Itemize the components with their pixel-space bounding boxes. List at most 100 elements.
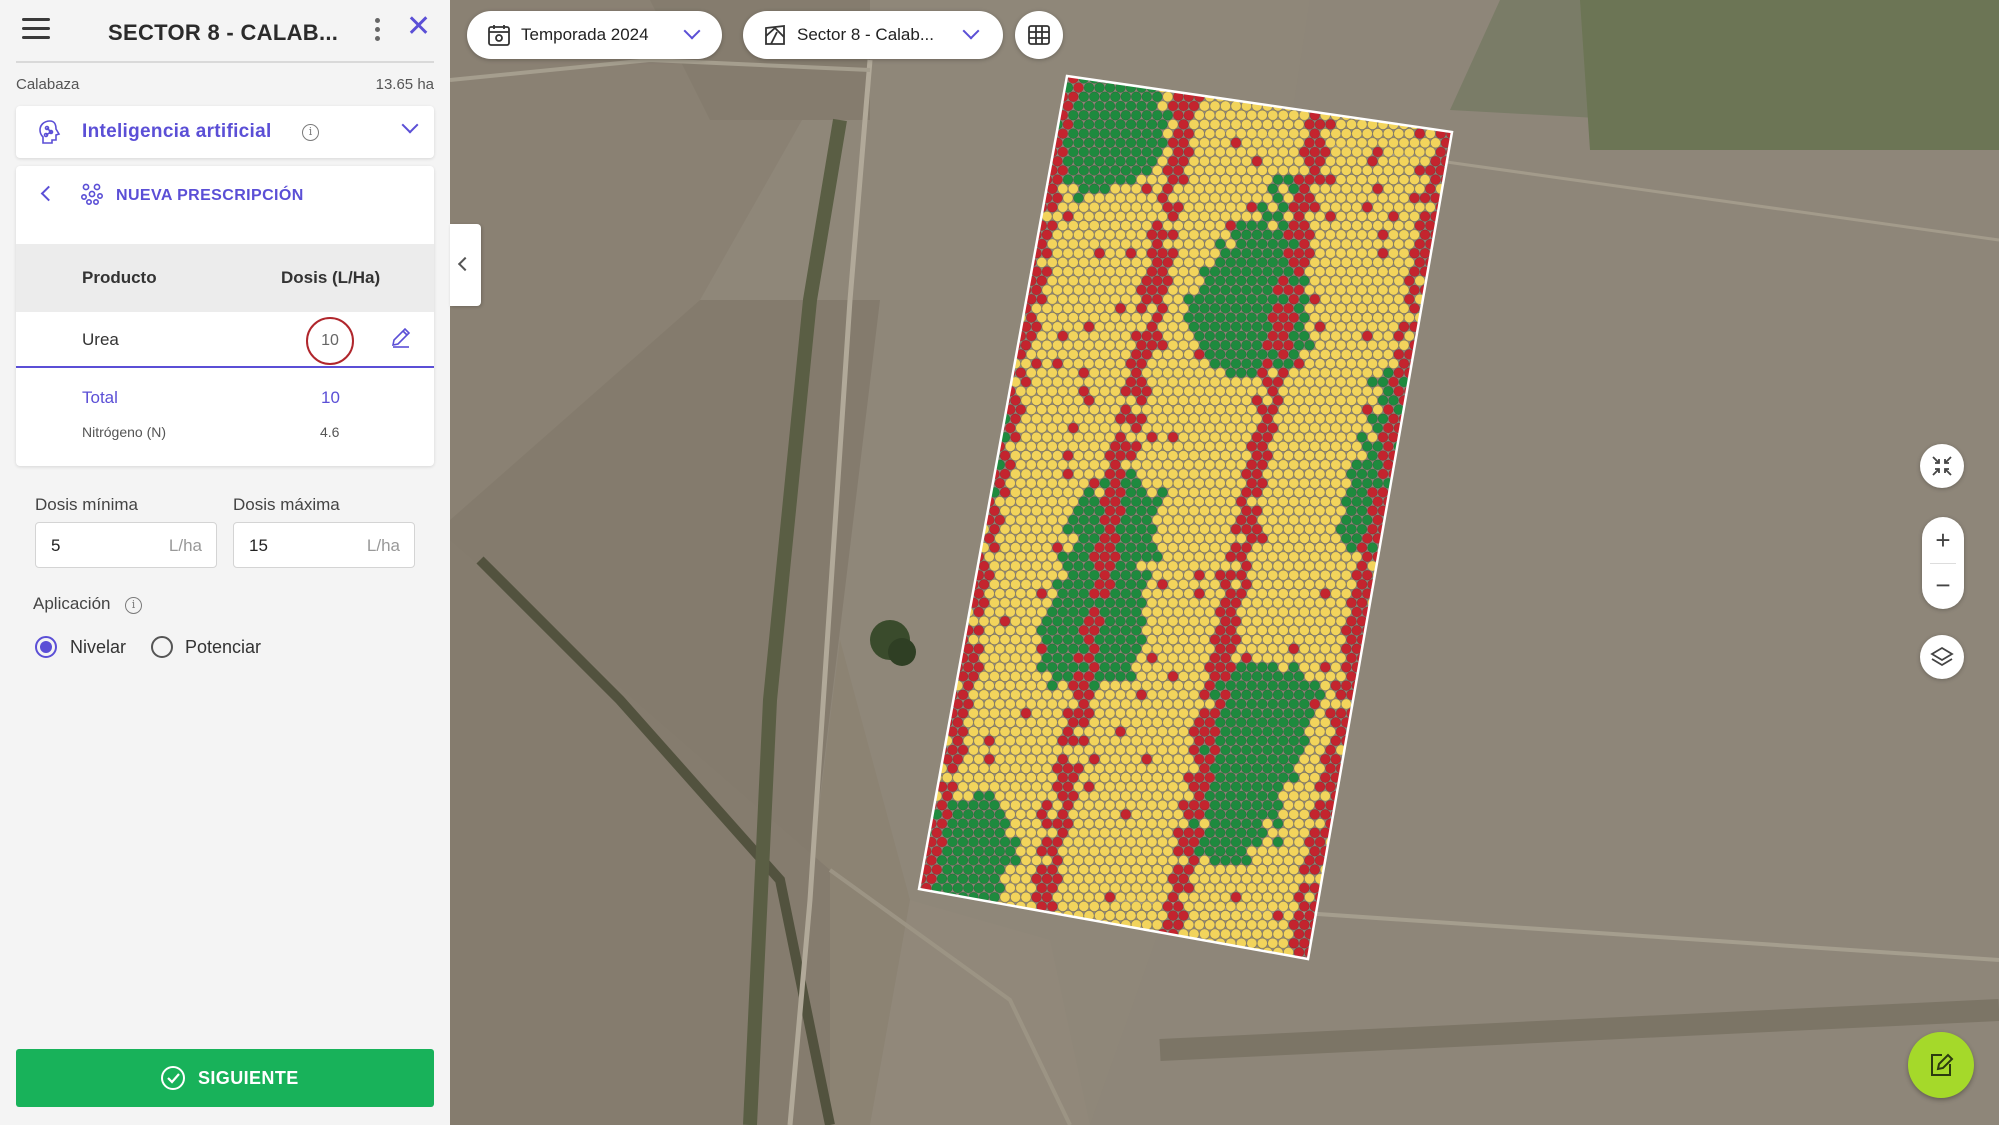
hamburger-menu-icon[interactable] [22, 18, 50, 42]
zone-cell [1004, 790, 1016, 802]
close-icon[interactable]: ✕ [406, 12, 431, 42]
zone-cell [1204, 569, 1216, 581]
edit-pencil-icon[interactable] [390, 326, 412, 348]
application-info-icon[interactable]: i [125, 597, 142, 614]
zone-cell [1120, 717, 1132, 728]
info-icon[interactable]: i [302, 124, 319, 141]
zone-cell [1151, 109, 1163, 121]
zone-cell [1267, 588, 1279, 599]
zone-cell [1172, 349, 1184, 360]
edit-fab-button[interactable] [1908, 1032, 1974, 1098]
zone-cell [1209, 671, 1221, 682]
zone-cell [1115, 155, 1126, 167]
zone-cell [1272, 781, 1284, 793]
next-button[interactable]: SIGUIENTE [16, 1049, 434, 1107]
zone-cell [1062, 523, 1074, 535]
back-arrow-icon[interactable] [40, 185, 57, 202]
zone-cell [1004, 827, 1016, 839]
dose-value[interactable]: 10 [306, 317, 354, 365]
zone-cell [1183, 643, 1195, 655]
ai-section-toggle[interactable]: Inteligencia artificial i [16, 106, 434, 158]
map-view[interactable]: Temporada 2024 Sector 8 - Calab... [450, 0, 1999, 1125]
zone-cell [1256, 606, 1268, 618]
zone-cell [1031, 726, 1042, 737]
zone-cell [936, 873, 948, 885]
zone-cell [957, 873, 969, 885]
zone-cell [1120, 146, 1132, 158]
zone-cell [1267, 201, 1279, 213]
zone-cell [1204, 312, 1216, 323]
zone-cell [1267, 367, 1279, 379]
radio-nivelar[interactable] [35, 636, 57, 658]
zone-cell [1067, 735, 1079, 747]
zone-cell [1109, 404, 1121, 415]
zone-cell [1241, 542, 1252, 553]
zone-cell [1335, 468, 1347, 480]
min-dose-input[interactable]: 5 L/ha [35, 522, 217, 568]
zone-cell [1031, 836, 1042, 848]
zone-cell [1157, 358, 1168, 369]
zone-cell [1314, 284, 1326, 296]
zone-cell [1220, 523, 1231, 535]
satellite-imagery [450, 0, 1999, 1125]
collapse-panel-button[interactable] [450, 224, 481, 306]
zone-cell [1309, 220, 1321, 231]
radio-potenciar[interactable] [151, 636, 173, 658]
zone-cell [1172, 882, 1184, 894]
zone-cell [1283, 358, 1294, 369]
zone-cell [1136, 284, 1147, 296]
zoom-in-button[interactable]: + [1922, 527, 1964, 553]
max-dose-input[interactable]: 15 L/ha [233, 522, 415, 568]
zone-cell [1393, 220, 1405, 231]
collapse-arrows-icon [1932, 456, 1952, 476]
radio-label-potenciar[interactable]: Potenciar [185, 637, 261, 658]
zone-cell [1125, 192, 1137, 204]
table-view-button[interactable] [1015, 11, 1063, 59]
zone-cell [1167, 910, 1179, 921]
zone-cell [1088, 220, 1100, 231]
zone-cell [1130, 864, 1142, 875]
zone-cell [957, 744, 969, 756]
zone-cell [1151, 882, 1163, 894]
zone-cell [1151, 404, 1163, 415]
zone-cell [1372, 257, 1384, 268]
zone-cell [1314, 726, 1326, 737]
zone-cell [1204, 643, 1216, 655]
zone-cell [989, 744, 1000, 756]
zone-cell [1193, 220, 1205, 231]
zone-cell [1325, 155, 1336, 167]
zone-cell [1356, 468, 1368, 480]
zone-cell [1167, 155, 1179, 167]
zone-cell [1025, 790, 1037, 802]
zone-cell [1088, 790, 1100, 802]
zone-cell [1335, 247, 1347, 259]
zone-cell [1188, 505, 1200, 517]
layers-button[interactable] [1920, 635, 1964, 679]
zone-cell [1151, 496, 1163, 507]
more-options-icon[interactable] [373, 18, 381, 44]
zone-cell [1183, 275, 1195, 287]
page-title: SECTOR 8 - CALAB... [108, 20, 339, 45]
zone-cell [1193, 551, 1205, 563]
season-selector[interactable]: Temporada 2024 [467, 11, 722, 59]
sector-selector[interactable]: Sector 8 - Calab... [743, 11, 1003, 59]
zone-cell [1251, 229, 1263, 241]
zone-cell [1199, 468, 1210, 480]
fit-bounds-button[interactable] [1920, 444, 1964, 488]
zone-cell [1083, 413, 1095, 425]
zone-cell [1340, 606, 1352, 618]
zone-cell [1251, 818, 1263, 829]
zone-cell [1199, 928, 1210, 940]
zone-cell [1388, 192, 1399, 204]
zone-cell [1120, 698, 1132, 710]
zone-cell [1015, 367, 1027, 379]
zone-cell [1256, 864, 1268, 875]
zone-cell [1193, 588, 1205, 599]
zoom-out-button[interactable]: − [1922, 572, 1964, 598]
zone-cell [1225, 257, 1237, 268]
zone-cell [1298, 201, 1310, 213]
zone-cell [1083, 855, 1095, 866]
zone-cell [1414, 257, 1426, 268]
zone-cell [1325, 487, 1336, 498]
radio-label-nivelar[interactable]: Nivelar [70, 637, 126, 658]
